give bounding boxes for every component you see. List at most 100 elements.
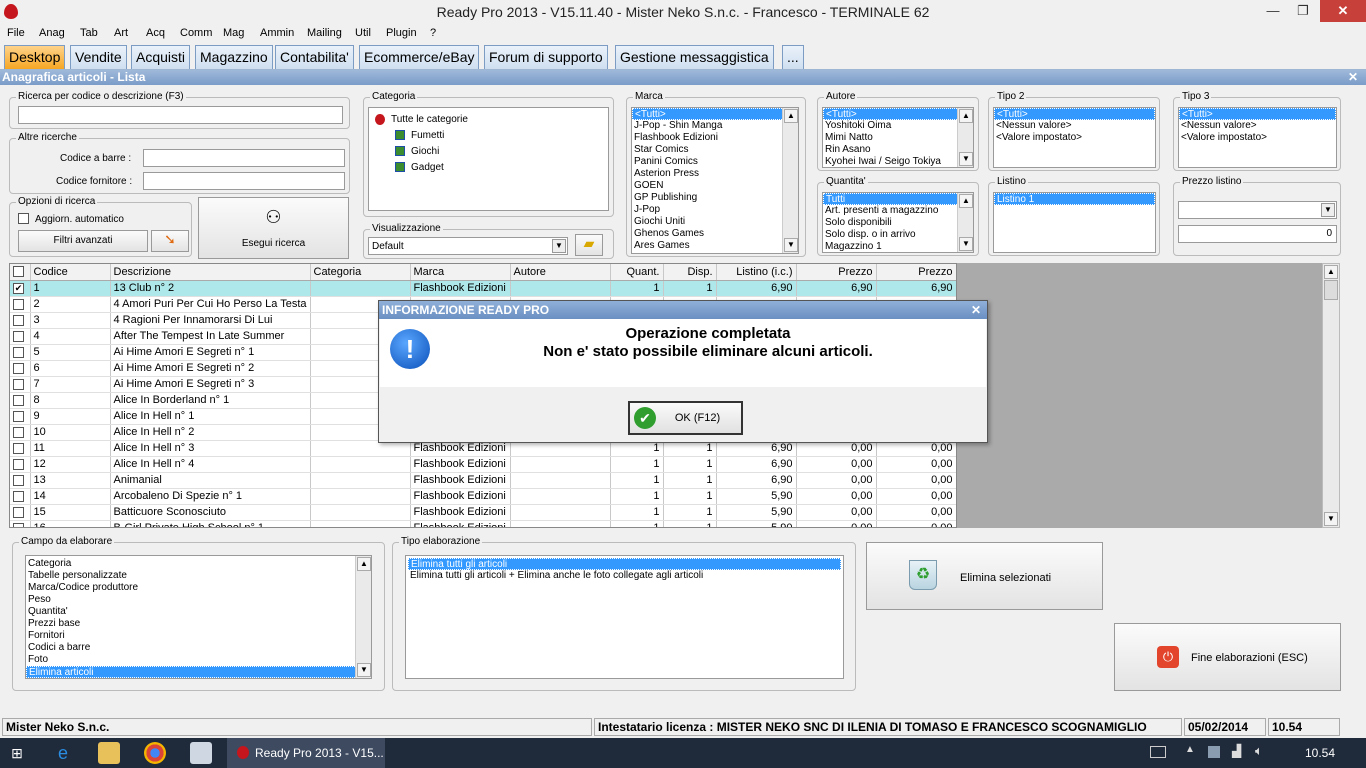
row-select-cell[interactable]: ✔ — [10, 280, 31, 297]
list-item[interactable]: Elimina articoli — [26, 666, 371, 678]
folder-icon[interactable]: ▰ — [575, 234, 603, 256]
list-item[interactable]: GP Publishing — [632, 192, 798, 204]
row-select-cell[interactable] — [10, 408, 31, 425]
row-checkbox[interactable] — [13, 298, 24, 310]
list-item[interactable]: Giochi Uniti — [632, 216, 798, 228]
menu-ammin[interactable]: Ammin — [260, 27, 294, 39]
list-item[interactable]: <Tutti> — [994, 108, 1155, 120]
menu-file[interactable]: File — [7, 27, 25, 39]
list-item[interactable]: Listino 1 — [994, 193, 1155, 205]
list-item[interactable]: <Tutti> — [632, 108, 798, 120]
close-button[interactable]: ✕ — [1320, 0, 1366, 22]
minimize-button[interactable]: — — [1258, 0, 1288, 22]
table-row[interactable]: 16 B-Girl Private High School n° 1 Flashbo… — [10, 520, 956, 527]
category-gadget[interactable]: Gadget — [411, 162, 444, 173]
keyboard-icon[interactable] — [1150, 746, 1166, 758]
list-item[interactable]: Flashbook Edizioni — [632, 132, 798, 144]
row-select-cell[interactable] — [10, 328, 31, 345]
scroll-up-icon[interactable]: ▲ — [959, 194, 973, 208]
chevron-up-icon[interactable]: ▲ — [1185, 744, 1195, 755]
row-select-cell[interactable] — [10, 440, 31, 457]
file-explorer-icon[interactable] — [98, 742, 120, 764]
row-checkbox[interactable] — [13, 378, 24, 390]
menu-util[interactable]: Util — [355, 27, 371, 39]
column-header[interactable]: Autore — [510, 264, 611, 281]
list-item[interactable]: Solo disp. o in arrivo — [823, 229, 973, 241]
list-item[interactable]: Elimina tutti gli articoli — [408, 558, 841, 570]
menu-acq[interactable]: Acq — [146, 27, 165, 39]
menu-anag[interactable]: Anag — [39, 27, 65, 39]
auto-update-checkbox[interactable] — [18, 213, 29, 224]
row-checkbox[interactable] — [13, 410, 24, 422]
tab-forum[interactable]: Forum di supporto — [484, 45, 608, 69]
type3-list[interactable]: <Tutti> <Nessun valore> <Valore impostat… — [1178, 107, 1337, 168]
column-header[interactable]: Categoria — [310, 264, 411, 281]
category-all[interactable]: Tutte le categorie — [391, 114, 468, 125]
row-checkbox[interactable] — [13, 426, 24, 438]
windows-start-icon[interactable]: ⊞ — [8, 744, 26, 762]
quantity-scrollbar[interactable]: ▲ ▼ — [957, 193, 973, 252]
tab-desktop[interactable]: Desktop — [4, 45, 66, 69]
table-row[interactable]: ✔ 1 13 Club n° 2 Flashbook Edizioni 1 1 6,90 6,… — [10, 280, 956, 297]
table-scrollbar[interactable]: ▲ ▼ — [1322, 263, 1340, 528]
scroll-up-icon[interactable]: ▲ — [1324, 265, 1338, 279]
menu-mailing[interactable]: Mailing — [307, 27, 342, 39]
row-select-cell[interactable] — [10, 376, 31, 393]
delete-selected-button[interactable]: ♻ Elimina selezionati — [866, 542, 1103, 610]
list-item[interactable]: Peso — [26, 594, 371, 606]
list-item[interactable]: Ghenos Games — [632, 228, 798, 240]
scroll-up-icon[interactable]: ▲ — [357, 557, 371, 571]
scroll-up-icon[interactable]: ▲ — [959, 109, 973, 123]
menu-art[interactable]: Art — [114, 27, 128, 39]
ok-button[interactable]: ✔ OK (F12) — [628, 401, 743, 435]
row-checkbox[interactable] — [13, 330, 24, 342]
tab-messaggistica[interactable]: Gestione messaggistica — [615, 45, 774, 69]
list-item[interactable]: Solo disponibili — [823, 217, 973, 229]
menu-comm[interactable]: Comm — [180, 27, 212, 39]
type2-list[interactable]: <Tutti> <Nessun valore> <Valore impostat… — [993, 107, 1156, 168]
list-item[interactable]: <Nessun valore> — [1179, 120, 1336, 132]
column-header[interactable]: Quant. — [610, 264, 664, 281]
row-select-cell[interactable] — [10, 312, 31, 329]
menu-tab[interactable]: Tab — [80, 27, 98, 39]
scroll-thumb[interactable] — [1324, 280, 1338, 300]
list-item[interactable]: GOEN — [632, 180, 798, 192]
dialog-close-icon[interactable]: ✕ — [971, 301, 981, 319]
row-select-cell[interactable] — [10, 520, 31, 527]
row-checkbox[interactable] — [13, 442, 24, 454]
processing-type-list[interactable]: Elimina tutti gli articoli Elimina tutti… — [405, 555, 844, 679]
list-item[interactable]: Art. presenti a magazzino — [823, 205, 973, 217]
supplier-code-input[interactable] — [143, 172, 345, 190]
column-header[interactable]: Disp. — [663, 264, 717, 281]
row-select-cell[interactable] — [10, 472, 31, 489]
chevron-down-icon[interactable]: ▼ — [1321, 203, 1335, 217]
row-select-cell[interactable] — [10, 456, 31, 473]
menu-help[interactable]: ? — [430, 27, 436, 39]
price-list-list[interactable]: Listino 1 — [993, 192, 1156, 253]
row-checkbox[interactable] — [13, 362, 24, 374]
column-header[interactable]: Listino (i.c.) — [716, 264, 797, 281]
author-scrollbar[interactable]: ▲ ▼ — [957, 108, 973, 167]
volume-icon[interactable]: 🔈︎ — [1255, 743, 1263, 759]
list-item[interactable]: Asterion Press — [632, 168, 798, 180]
brand-scrollbar[interactable]: ▲ ▼ — [782, 108, 798, 253]
tab-contabilita[interactable]: Contabilita' — [275, 45, 354, 69]
row-select-cell[interactable] — [10, 360, 31, 377]
list-item[interactable]: J-Pop — [632, 204, 798, 216]
menu-mag[interactable]: Mag — [223, 27, 244, 39]
tab-magazzino[interactable]: Magazzino — [195, 45, 273, 69]
column-header[interactable]: Codice — [30, 264, 111, 281]
list-item[interactable]: Elimina tutti gli articoli + Elimina anc… — [408, 570, 841, 582]
barcode-input[interactable] — [143, 149, 345, 167]
row-checkbox[interactable] — [13, 490, 24, 502]
row-select-cell[interactable] — [10, 344, 31, 361]
row-select-cell[interactable] — [10, 488, 31, 505]
chrome-icon[interactable] — [144, 742, 166, 764]
scroll-down-icon[interactable]: ▼ — [959, 237, 973, 251]
list-price-select[interactable]: ▼ — [1178, 201, 1337, 219]
end-processing-button[interactable]: ⏻ Fine elaborazioni (ESC) — [1114, 623, 1341, 691]
column-header[interactable]: Marca — [410, 264, 511, 281]
scroll-down-icon[interactable]: ▼ — [959, 152, 973, 166]
table-row[interactable]: 14 Arcobaleno Di Spezie n° 1 Flashbook Edi… — [10, 488, 956, 505]
maximize-button[interactable]: ❐ — [1288, 0, 1318, 22]
